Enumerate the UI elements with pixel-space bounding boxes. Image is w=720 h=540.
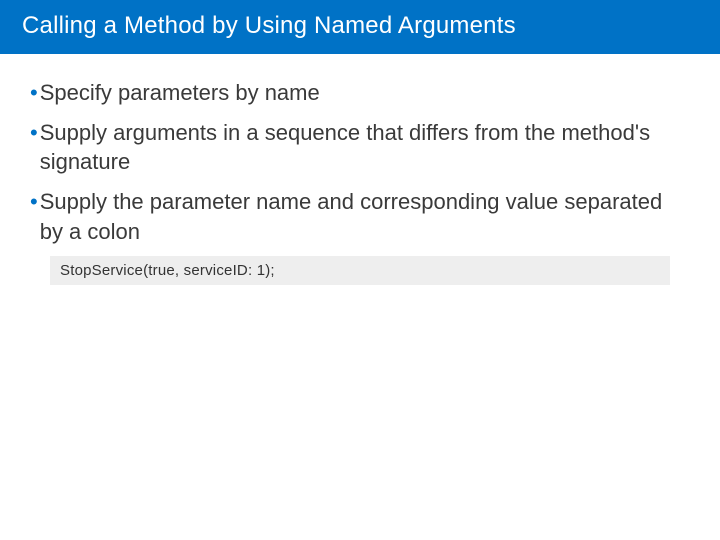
bullet-item: • Specify parameters by name <box>30 78 690 108</box>
bullet-icon: • <box>30 187 38 217</box>
slide-title-bar: Calling a Method by Using Named Argument… <box>0 0 720 54</box>
slide-title: Calling a Method by Using Named Argument… <box>22 12 516 39</box>
bullet-text: Supply arguments in a sequence that diff… <box>40 118 690 177</box>
bullet-text: Supply the parameter name and correspond… <box>40 187 690 246</box>
code-example: StopService(true, serviceID: 1); <box>50 256 670 285</box>
bullet-item: • Supply the parameter name and correspo… <box>30 187 690 246</box>
bullet-icon: • <box>30 78 38 108</box>
code-text: StopService(true, serviceID: 1); <box>60 262 275 279</box>
bullet-item: • Supply arguments in a sequence that di… <box>30 118 690 177</box>
bullet-text: Specify parameters by name <box>40 78 690 108</box>
bullet-icon: • <box>30 118 38 148</box>
slide-content: • Specify parameters by name • Supply ar… <box>0 54 720 285</box>
